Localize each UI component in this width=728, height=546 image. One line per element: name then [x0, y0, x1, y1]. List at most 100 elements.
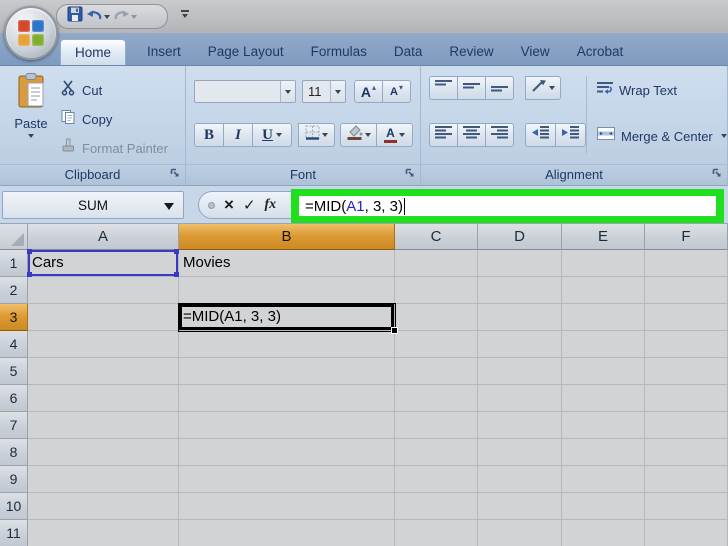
cell-B1[interactable]: Movies — [179, 250, 395, 277]
cell-E3[interactable] — [562, 304, 645, 331]
cell-A9[interactable] — [28, 466, 179, 493]
office-button[interactable] — [4, 6, 58, 60]
font-name-combobox[interactable] — [194, 80, 296, 103]
cell-A2[interactable] — [28, 277, 179, 304]
cell-B10[interactable] — [179, 493, 395, 520]
enter-button[interactable]: ✓ — [243, 196, 256, 214]
cell-E4[interactable] — [562, 331, 645, 358]
cell-A4[interactable] — [28, 331, 179, 358]
undo-button[interactable] — [86, 7, 110, 27]
font-dialog-launcher[interactable] — [403, 168, 417, 182]
cell-C8[interactable] — [395, 439, 478, 466]
cell-D9[interactable] — [478, 466, 562, 493]
cell-D7[interactable] — [478, 412, 562, 439]
format-painter-button[interactable]: Format Painter — [60, 137, 168, 159]
underline-dropdown-icon[interactable] — [276, 133, 282, 137]
tab-insert[interactable]: Insert — [141, 39, 187, 65]
cell-F3[interactable] — [645, 304, 728, 331]
row-header-4[interactable]: 4 — [0, 331, 28, 358]
align-top-button[interactable] — [429, 76, 458, 100]
cell-B6[interactable] — [179, 385, 395, 412]
tab-page-layout[interactable]: Page Layout — [202, 39, 290, 65]
row-header-8[interactable]: 8 — [0, 439, 28, 466]
font-color-button[interactable]: A — [376, 123, 413, 147]
cut-button[interactable]: Cut — [60, 79, 102, 101]
cell-C10[interactable] — [395, 493, 478, 520]
cell-D10[interactable] — [478, 493, 562, 520]
column-header-C[interactable]: C — [395, 224, 478, 250]
select-all-button[interactable] — [0, 224, 28, 250]
cell-C2[interactable] — [395, 277, 478, 304]
column-header-E[interactable]: E — [562, 224, 645, 250]
cell-A7[interactable] — [28, 412, 179, 439]
borders-dropdown-icon[interactable] — [322, 133, 328, 137]
orientation-button[interactable] — [525, 76, 561, 100]
cell-C5[interactable] — [395, 358, 478, 385]
tab-formulas[interactable]: Formulas — [305, 39, 373, 65]
cell-E11[interactable] — [562, 520, 645, 546]
align-middle-button[interactable] — [457, 76, 486, 100]
increase-indent-button[interactable] — [555, 123, 586, 147]
wrap-text-button[interactable]: Wrap Text — [597, 81, 677, 100]
cell-F5[interactable] — [645, 358, 728, 385]
borders-button[interactable] — [298, 123, 335, 147]
font-size-dropdown[interactable] — [330, 81, 345, 102]
align-right-button[interactable] — [485, 123, 514, 147]
tab-review[interactable]: Review — [443, 39, 499, 65]
cell-F8[interactable] — [645, 439, 728, 466]
cell-A3[interactable] — [28, 304, 179, 331]
grow-font-button[interactable]: A▴ — [354, 80, 383, 103]
row-header-3[interactable]: 3 — [0, 304, 28, 331]
name-box[interactable]: SUM — [2, 191, 184, 219]
cell-B7[interactable] — [179, 412, 395, 439]
save-button[interactable] — [67, 6, 83, 27]
cell-C1[interactable] — [395, 250, 478, 277]
customize-quick-access-button[interactable] — [178, 7, 192, 25]
fill-color-button[interactable] — [340, 123, 377, 147]
cell-B9[interactable] — [179, 466, 395, 493]
redo-button[interactable] — [113, 7, 137, 27]
row-header-2[interactable]: 2 — [0, 277, 28, 304]
cell-D1[interactable] — [478, 250, 562, 277]
bold-button[interactable]: B — [194, 123, 224, 147]
italic-button[interactable]: I — [223, 123, 253, 147]
cell-F7[interactable] — [645, 412, 728, 439]
column-header-A[interactable]: A — [28, 224, 179, 250]
cell-E6[interactable] — [562, 385, 645, 412]
row-header-1[interactable]: 1 — [0, 250, 28, 277]
tab-view[interactable]: View — [515, 39, 556, 65]
cell-C9[interactable] — [395, 466, 478, 493]
cell-F2[interactable] — [645, 277, 728, 304]
cell-C6[interactable] — [395, 385, 478, 412]
name-box-dropdown-icon[interactable] — [164, 203, 174, 210]
cell-A1[interactable]: Cars — [28, 250, 179, 277]
orientation-dropdown-icon[interactable] — [549, 86, 555, 90]
paste-dropdown-icon[interactable] — [28, 134, 34, 138]
clipboard-dialog-launcher[interactable] — [168, 168, 182, 182]
align-left-button[interactable] — [429, 123, 458, 147]
cell-B8[interactable] — [179, 439, 395, 466]
align-bottom-button[interactable] — [485, 76, 514, 100]
cell-C7[interactable] — [395, 412, 478, 439]
fill-color-dropdown-icon[interactable] — [365, 133, 371, 137]
cell-E10[interactable] — [562, 493, 645, 520]
row-header-9[interactable]: 9 — [0, 466, 28, 493]
formula-input[interactable]: =MID(A1, 3, 3) — [299, 196, 716, 216]
font-color-dropdown-icon[interactable] — [399, 133, 405, 137]
cell-D5[interactable] — [478, 358, 562, 385]
merge-center-dropdown-icon[interactable] — [721, 134, 727, 138]
cell-C4[interactable] — [395, 331, 478, 358]
cell-D6[interactable] — [478, 385, 562, 412]
underline-button[interactable]: U — [252, 123, 292, 147]
cell-F11[interactable] — [645, 520, 728, 546]
row-header-11[interactable]: 11 — [0, 520, 28, 546]
fill-handle[interactable] — [391, 327, 398, 334]
row-header-5[interactable]: 5 — [0, 358, 28, 385]
cell-A8[interactable] — [28, 439, 179, 466]
cell-C3[interactable] — [395, 304, 478, 331]
undo-dropdown-icon[interactable] — [104, 15, 110, 19]
paste-button[interactable]: Paste — [7, 73, 55, 161]
cell-F6[interactable] — [645, 385, 728, 412]
cancel-button[interactable]: × — [224, 196, 234, 213]
merge-center-button[interactable]: Merge & Center — [597, 127, 727, 145]
